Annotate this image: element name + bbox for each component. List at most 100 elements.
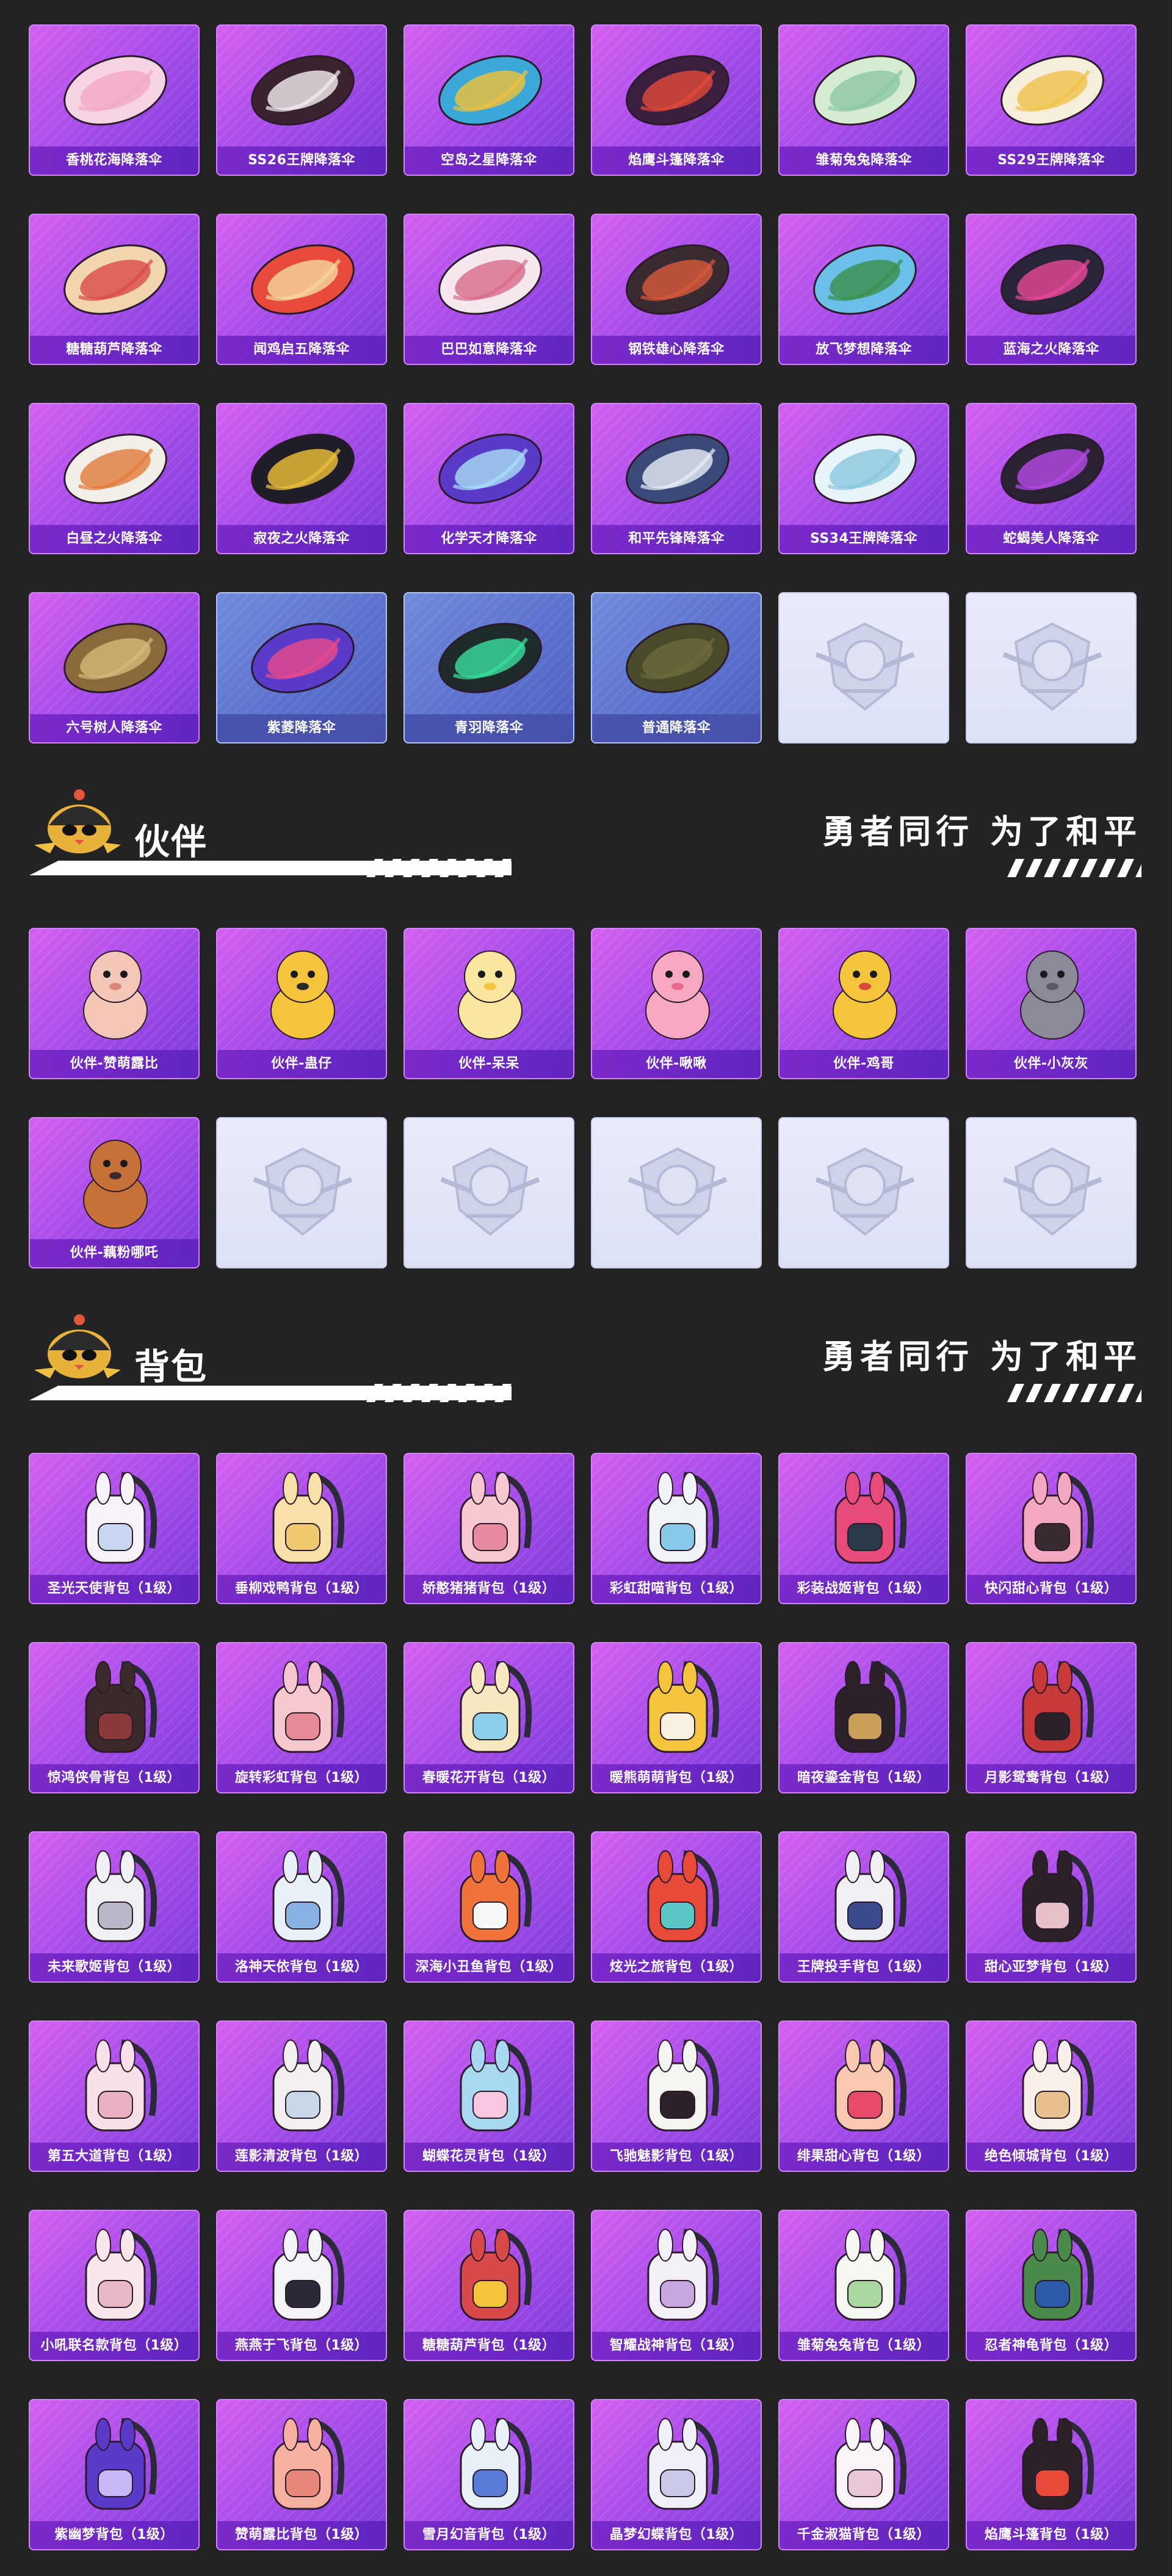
backpack-card[interactable]: 小吼联名款背包（1级） [29, 2210, 200, 2361]
backpack-card[interactable]: 暗夜鎏金背包（1级） [778, 1642, 949, 1793]
backpack-card[interactable]: 深海小丑鱼背包（1级） [403, 1831, 574, 1983]
backpack-label: 垂柳戏鸭背包（1级） [217, 1575, 386, 1603]
parachute-card[interactable]: 香桃花海降落伞 [29, 24, 200, 176]
partner-card[interactable]: 伙伴-蛊仔 [216, 928, 387, 1079]
backpack-card[interactable]: 春暖花开背包（1级） [403, 1642, 574, 1793]
backpack-card[interactable]: 未来歌姬背包（1级） [29, 1831, 200, 1983]
backpack-card[interactable]: 糖糖葫芦背包（1级） [403, 2210, 574, 2361]
parachute-card[interactable]: 六号树人降落伞 [29, 592, 200, 743]
backpack-card[interactable]: 月影鸳鸯背包（1级） [966, 1642, 1137, 1793]
parachute-card[interactable]: 和平先锋降落伞 [591, 403, 762, 554]
parachute-icon [438, 433, 542, 504]
backpack-icon [834, 2039, 907, 2132]
locked-slot-card[interactable] [403, 1117, 574, 1268]
parachute-icon [626, 55, 729, 126]
backpack-card[interactable]: 垂柳戏鸭背包（1级） [216, 1453, 387, 1604]
partner-card[interactable]: 伙伴-藕粉哪吒 [29, 1117, 200, 1268]
partner-label: 伙伴-藕粉哪吒 [30, 1239, 198, 1267]
parachute-icon [813, 55, 917, 126]
parachute-card[interactable]: 青羽降落伞 [403, 592, 574, 743]
backpack-card[interactable]: 燕燕于飞背包（1级） [216, 2210, 387, 2361]
backpack-icon [834, 1472, 907, 1564]
backpack-grid: 圣光天使背包（1级） 垂柳戏鸭背包（1级） 娇憨猪猪背包（1级） 彩虹甜喵背包（1级）… [29, 1453, 1140, 2564]
parachute-card[interactable]: 紫菱降落伞 [216, 592, 387, 743]
backpack-card[interactable]: 暖熊萌萌背包（1级） [591, 1642, 762, 1793]
backpack-card[interactable]: 紫幽梦背包（1级） [29, 2399, 200, 2550]
parachute-card[interactable]: 糖糖葫芦降落伞 [29, 214, 200, 365]
backpack-card[interactable]: 忍者神龟背包（1级） [966, 2210, 1137, 2361]
backpack-card[interactable]: 快闪甜心背包（1级） [966, 1453, 1137, 1604]
partner-icon [645, 950, 710, 1040]
parachute-card[interactable]: 巴巴如意降落伞 [403, 214, 574, 365]
parachute-icon [251, 244, 355, 315]
backpack-card[interactable]: 彩装战姬背包（1级） [778, 1453, 949, 1604]
parachute-icon [251, 623, 355, 693]
backpack-card[interactable]: 洛神天依背包（1级） [216, 1831, 387, 1983]
parachute-label: 放飞梦想降落伞 [780, 336, 948, 364]
parachute-card[interactable]: 钢铁雄心降落伞 [591, 214, 762, 365]
parachute-card[interactable]: SS26王牌降落伞 [216, 24, 387, 176]
backpack-card[interactable]: 圣光天使背包（1级） [29, 1453, 200, 1604]
parachute-card[interactable]: SS29王牌降落伞 [966, 24, 1137, 176]
partner-label: 伙伴-啾啾 [592, 1050, 761, 1078]
parachute-card[interactable]: 化学天才降落伞 [403, 403, 574, 554]
backpack-icon [834, 1661, 907, 1753]
backpack-card[interactable]: 蝴蝶花灵背包（1级） [403, 2021, 574, 2172]
partner-label: 伙伴-蛊仔 [217, 1050, 386, 1078]
backpack-label: 旋转彩虹背包（1级） [217, 1764, 386, 1792]
backpack-card[interactable]: 焰鹰斗篷背包（1级） [966, 2399, 1137, 2550]
parachute-card[interactable]: 蓝海之火降落伞 [966, 214, 1137, 365]
backpack-card[interactable]: 智耀战神背包（1级） [591, 2210, 762, 2361]
backpack-card[interactable]: 雏菊兔兔背包（1级） [778, 2210, 949, 2361]
locked-slot-card[interactable] [778, 1117, 949, 1268]
parachute-card[interactable]: 普通降落伞 [591, 592, 762, 743]
backpack-card[interactable]: 娇憨猪猪背包（1级） [403, 1453, 574, 1604]
parachute-card[interactable]: 焰鹰斗篷降落伞 [591, 24, 762, 176]
backpack-card[interactable]: 绝色倾城背包（1级） [966, 2021, 1137, 2172]
backpack-icon [85, 2418, 157, 2510]
partner-card[interactable]: 伙伴-啾啾 [591, 928, 762, 1079]
parachute-card[interactable]: 寂夜之火降落伞 [216, 403, 387, 554]
backpack-label: 暗夜鎏金背包（1级） [780, 1764, 948, 1792]
parachute-card[interactable]: 雏菊兔兔降落伞 [778, 24, 949, 176]
parachute-card[interactable]: 闻鸡启五降落伞 [216, 214, 387, 365]
backpack-card[interactable]: 晶梦幻蝶背包（1级） [591, 2399, 762, 2550]
backpack-card[interactable]: 旋转彩虹背包（1级） [216, 1642, 387, 1793]
backpack-card[interactable]: 赞萌露比背包（1级） [216, 2399, 387, 2550]
backpack-card[interactable]: 雪月幻音背包（1级） [403, 2399, 574, 2550]
parachute-icon [813, 244, 917, 315]
emblem-placeholder-icon [815, 622, 915, 711]
locked-slot-card[interactable] [216, 1117, 387, 1268]
parachute-icon [251, 55, 355, 126]
parachute-card[interactable]: 白昼之火降落伞 [29, 403, 200, 554]
partner-card[interactable]: 伙伴-小灰灰 [966, 928, 1137, 1079]
backpack-card[interactable]: 炫光之旅背包（1级） [591, 1831, 762, 1983]
backpack-icon [460, 2229, 532, 2321]
partner-card[interactable]: 伙伴-呆呆 [403, 928, 574, 1079]
parachute-card[interactable]: 空岛之星降落伞 [403, 24, 574, 176]
parachute-label: 钢铁雄心降落伞 [592, 336, 761, 364]
backpack-card[interactable]: 甜心亚梦背包（1级） [966, 1831, 1137, 1983]
locked-slot-card[interactable] [966, 1117, 1137, 1268]
locked-slot-card[interactable] [966, 592, 1137, 743]
backpack-card[interactable]: 惊鸿侠骨背包（1级） [29, 1642, 200, 1793]
parachute-card[interactable]: 放飞梦想降落伞 [778, 214, 949, 365]
backpack-icon [272, 2418, 345, 2510]
locked-slot-card[interactable] [778, 592, 949, 743]
backpack-card[interactable]: 第五大道背包（1级） [29, 2021, 200, 2172]
backpack-card[interactable]: 莲影清波背包（1级） [216, 2021, 387, 2172]
backpack-label: 洛神天依背包（1级） [217, 1953, 386, 1981]
parachute-card[interactable]: SS34王牌降落伞 [778, 403, 949, 554]
locked-slot-card[interactable] [591, 1117, 762, 1268]
backpack-card[interactable]: 彩虹甜喵背包（1级） [591, 1453, 762, 1604]
partner-card[interactable]: 伙伴-赞萌露比 [29, 928, 200, 1079]
backpack-card[interactable]: 飞驰魅影背包（1级） [591, 2021, 762, 2172]
parachute-card[interactable]: 蛇蝎美人降落伞 [966, 403, 1137, 554]
backpack-card[interactable]: 王牌投手背包（1级） [778, 1831, 949, 1983]
partner-card[interactable]: 伙伴-鸡哥 [778, 928, 949, 1079]
backpack-card[interactable]: 绯果甜心背包（1级） [778, 2021, 949, 2172]
backpack-section: 圣光天使背包（1级） 垂柳戏鸭背包（1级） 娇憨猪猪背包（1级） 彩虹甜喵背包（1级）… [0, 1453, 1172, 2564]
section-title: 背包 [134, 1346, 208, 1387]
backpack-label: 月影鸳鸯背包（1级） [967, 1764, 1135, 1792]
backpack-card[interactable]: 千金淑猫背包（1级） [778, 2399, 949, 2550]
